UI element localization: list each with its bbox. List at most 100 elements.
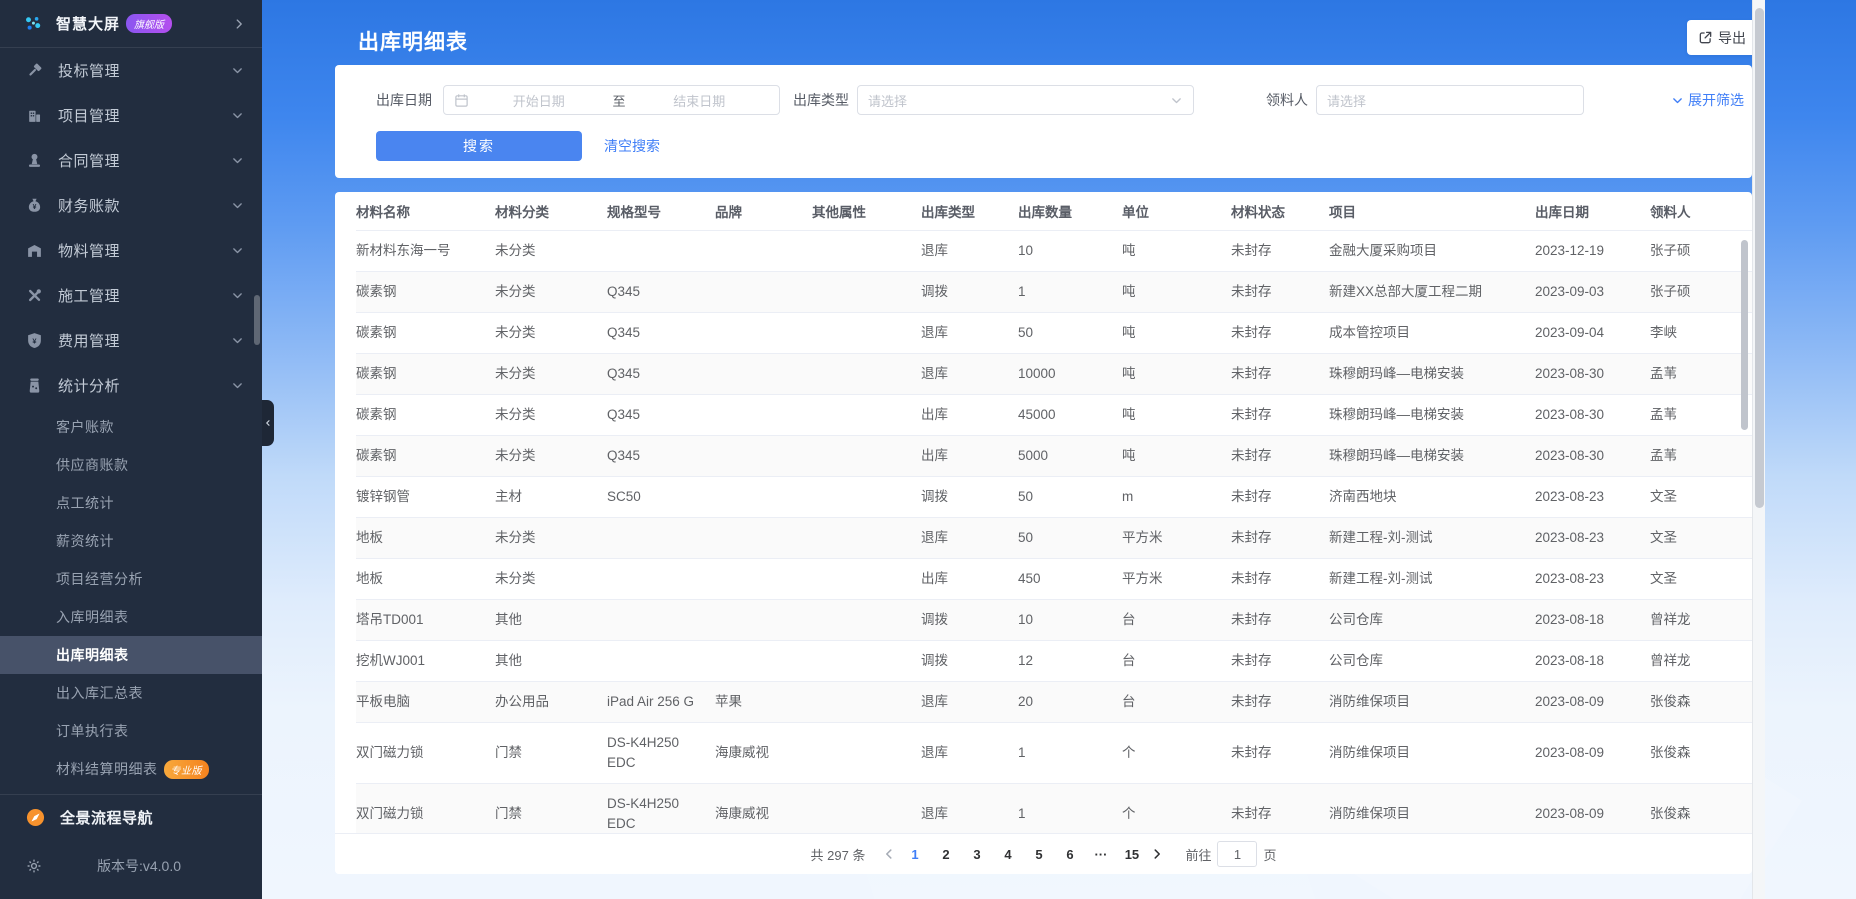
table-cell bbox=[715, 230, 812, 271]
sidebar-logo[interactable]: 智慧大屏 旗舰版 bbox=[0, 0, 262, 47]
sidebar-item-contract[interactable]: 合同管理 bbox=[0, 138, 262, 183]
page-button-15[interactable]: 15 bbox=[1118, 841, 1145, 868]
sidebar-item-finance[interactable]: ¥财务账款 bbox=[0, 183, 262, 228]
table-cell: 吨 bbox=[1122, 312, 1231, 353]
gear-icon[interactable] bbox=[26, 858, 42, 874]
date-end-placeholder: 结束日期 bbox=[630, 91, 770, 110]
sidebar-subitem-inbound-detail[interactable]: 入库明细表 bbox=[0, 598, 262, 636]
table-cell: 张俊森 bbox=[1650, 722, 1752, 783]
sidebar-item-tender[interactable]: 投标管理 bbox=[0, 48, 262, 93]
sidebar-subitem-outbound-detail[interactable]: 出库明细表 bbox=[0, 636, 262, 674]
table-cell bbox=[715, 353, 812, 394]
date-start-placeholder: 开始日期 bbox=[469, 91, 609, 110]
page-scrollbar-thumb[interactable] bbox=[1755, 8, 1764, 508]
page-scrollbar[interactable] bbox=[1752, 0, 1765, 899]
expand-filters-link[interactable]: 展开筛选 bbox=[1671, 90, 1744, 110]
table-cell: 2023-08-23 bbox=[1535, 517, 1650, 558]
sidebar-item-construction[interactable]: 施工管理 bbox=[0, 273, 262, 318]
goto-page-suffix: 页 bbox=[1263, 845, 1276, 864]
page-button-4[interactable]: 4 bbox=[994, 841, 1021, 868]
prev-page-button[interactable] bbox=[882, 847, 896, 861]
sidebar-subitem-order-execution[interactable]: 订单执行表 bbox=[0, 712, 262, 750]
table-cell: 2023-08-09 bbox=[1535, 783, 1650, 833]
table-cell: 1 bbox=[1018, 722, 1122, 783]
sidebar-item-material[interactable]: 物料管理 bbox=[0, 228, 262, 273]
column-header: 材料状态 bbox=[1231, 192, 1329, 230]
sidebar-subitem-supplier-accounts[interactable]: 供应商账款 bbox=[0, 446, 262, 484]
table-cell: 未封存 bbox=[1231, 312, 1329, 353]
sidebar-item-project[interactable]: 项目管理 bbox=[0, 93, 262, 138]
table-cell: 出库 bbox=[921, 558, 1018, 599]
table-cell: 挖机WJ001 bbox=[356, 640, 495, 681]
sidebar-scrollbar-thumb[interactable] bbox=[254, 295, 260, 345]
table-cell: 未封存 bbox=[1231, 558, 1329, 599]
table-cell bbox=[715, 517, 812, 558]
table-cell bbox=[607, 558, 715, 599]
table-cell: 碳素钢 bbox=[356, 353, 495, 394]
table-cell: 塔吊TD001 bbox=[356, 599, 495, 640]
page-button-6[interactable]: 6 bbox=[1056, 841, 1083, 868]
picker-placeholder: 请选择 bbox=[1327, 91, 1573, 110]
table-cell: 出库 bbox=[921, 435, 1018, 476]
sidebar-subitem-inout-summary[interactable]: 出入库汇总表 bbox=[0, 674, 262, 712]
table-row: 碳素钢未分类Q345调拨1吨未封存新建XX总部大厦工程二期2023-09-03张… bbox=[356, 271, 1752, 312]
sidebar-item-statistics[interactable]: 统计分析 bbox=[0, 363, 262, 408]
sidebar-subitem-daywork-stats[interactable]: 点工统计 bbox=[0, 484, 262, 522]
flagship-badge: 旗舰版 bbox=[126, 14, 172, 33]
export-button[interactable]: 导出 bbox=[1687, 20, 1757, 55]
chevron-left-icon bbox=[882, 847, 896, 861]
chevron-down-icon bbox=[1170, 94, 1183, 107]
table-cell: 文圣 bbox=[1650, 476, 1752, 517]
page-ellipsis-button[interactable]: ··· bbox=[1087, 841, 1114, 868]
column-header: 其他属性 bbox=[812, 192, 921, 230]
sidebar-subitem-salary-stats[interactable]: 薪资统计 bbox=[0, 522, 262, 560]
sidebar-item-label: 合同管理 bbox=[58, 150, 120, 171]
table-card: 材料名称材料分类规格型号品牌其他属性出库类型出库数量单位材料状态项目出库日期领料… bbox=[335, 192, 1752, 874]
goto-page-input[interactable] bbox=[1217, 841, 1257, 867]
table-scrollbar-thumb[interactable] bbox=[1741, 240, 1748, 430]
table-cell: 平板电脑 bbox=[356, 681, 495, 722]
table-cell: 双门磁力锁 bbox=[356, 783, 495, 833]
sidebar-subitem-label: 薪资统计 bbox=[56, 531, 114, 551]
table-cell: 公司仓库 bbox=[1329, 599, 1535, 640]
sidebar-item-expense[interactable]: ¥费用管理 bbox=[0, 318, 262, 363]
table-cell: 50 bbox=[1018, 312, 1122, 353]
table-cell bbox=[812, 476, 921, 517]
chevron-down-icon bbox=[231, 154, 244, 167]
clear-search-link[interactable]: 清空搜索 bbox=[604, 136, 660, 156]
svg-text:¥: ¥ bbox=[33, 204, 37, 211]
sidebar-item-panorama[interactable]: 全景流程导航 bbox=[0, 795, 262, 840]
table-cell: 出库 bbox=[921, 394, 1018, 435]
page-button-2[interactable]: 2 bbox=[932, 841, 959, 868]
table-cell: 新材料东海一号 bbox=[356, 230, 495, 271]
next-page-button[interactable] bbox=[1150, 847, 1164, 861]
table-cell: 10 bbox=[1018, 230, 1122, 271]
page-button-3[interactable]: 3 bbox=[963, 841, 990, 868]
sidebar-subitem-material-settlement[interactable]: 材料结算明细表专业版 bbox=[0, 750, 262, 788]
table-cell: 未封存 bbox=[1231, 230, 1329, 271]
date-separator: 至 bbox=[609, 91, 630, 110]
table-cell: 20 bbox=[1018, 681, 1122, 722]
page-button-5[interactable]: 5 bbox=[1025, 841, 1052, 868]
sidebar-item-label: 投标管理 bbox=[58, 60, 120, 81]
logo-dots-icon bbox=[24, 15, 42, 33]
chevron-right-icon bbox=[1150, 847, 1164, 861]
date-range-input[interactable]: 开始日期 至 结束日期 bbox=[443, 85, 780, 115]
material-picker-select[interactable]: 请选择 bbox=[1316, 85, 1584, 115]
table-cell: 孟苇 bbox=[1650, 394, 1752, 435]
table-cell: 2023-12-19 bbox=[1535, 230, 1650, 271]
sidebar-subitem-label: 订单执行表 bbox=[56, 721, 129, 741]
sidebar-subitem-customer-accounts[interactable]: 客户账款 bbox=[0, 408, 262, 446]
search-button[interactable]: 搜索 bbox=[376, 131, 582, 161]
sidebar-collapse-handle[interactable] bbox=[262, 400, 274, 446]
table-cell bbox=[715, 640, 812, 681]
sidebar-item-label: 项目管理 bbox=[58, 105, 120, 126]
table-cell: 未分类 bbox=[495, 517, 607, 558]
table-cell: 苹果 bbox=[715, 681, 812, 722]
table-cell: 未封存 bbox=[1231, 681, 1329, 722]
outbound-type-select[interactable]: 请选择 bbox=[857, 85, 1194, 115]
table-cell bbox=[812, 230, 921, 271]
page-button-1[interactable]: 1 bbox=[901, 841, 928, 868]
sidebar-subitem-project-analysis[interactable]: 项目经营分析 bbox=[0, 560, 262, 598]
table-cell: Q345 bbox=[607, 394, 715, 435]
